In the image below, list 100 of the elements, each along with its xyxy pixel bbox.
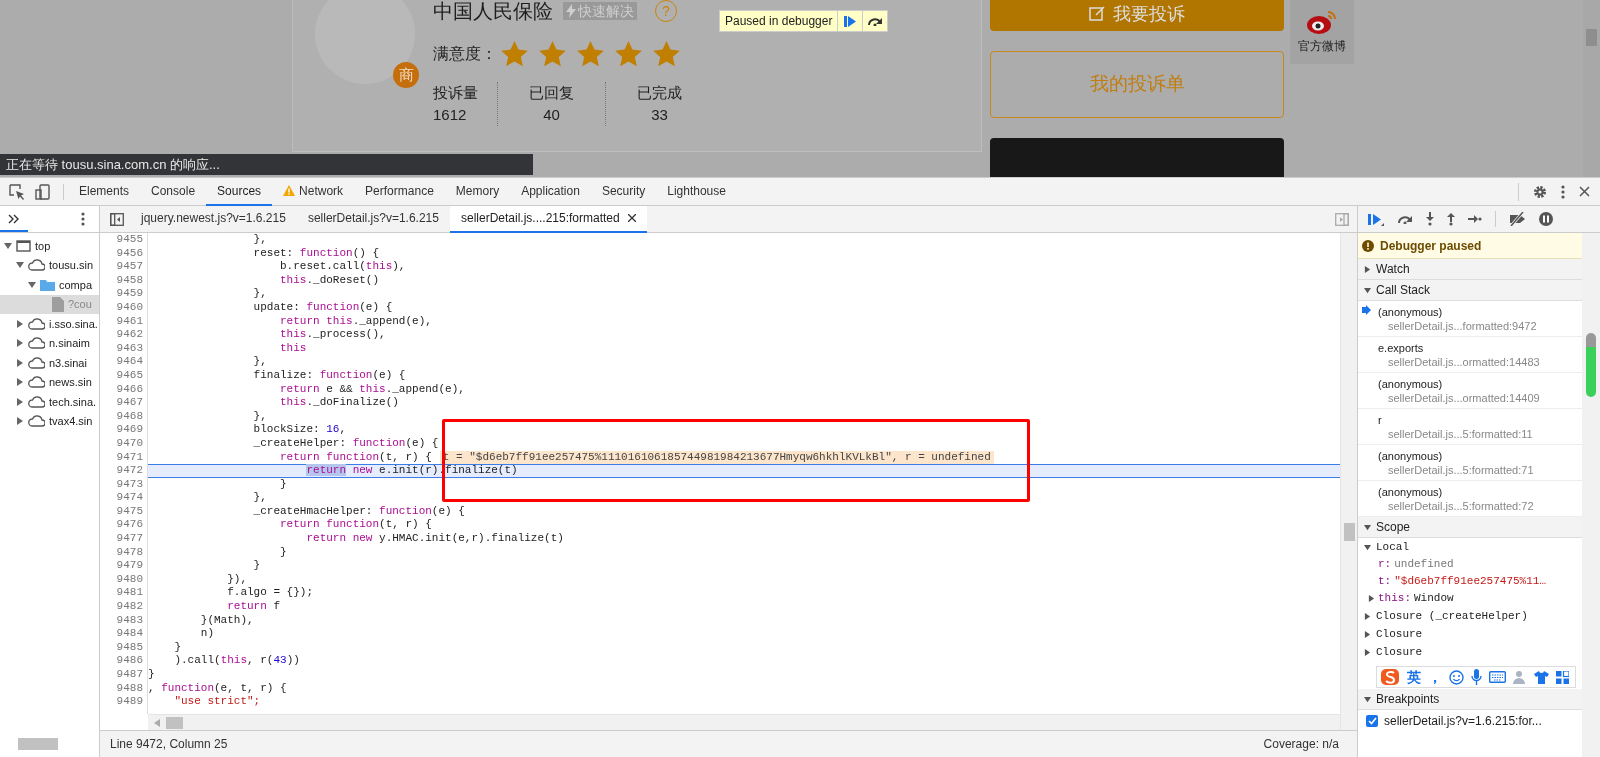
section-header[interactable]: Breakpoints — [1358, 689, 1582, 710]
input-method-logo-icon[interactable] — [1380, 668, 1400, 686]
step-icon[interactable] — [1468, 215, 1482, 223]
line-number: 9464 — [116, 355, 143, 369]
collapsed-arrow-icon[interactable] — [16, 417, 24, 426]
more-options-icon[interactable] — [81, 212, 85, 226]
expanded-arrow-icon — [1364, 523, 1371, 531]
shirt-icon[interactable] — [1534, 670, 1549, 684]
line-number: 9458 — [116, 273, 143, 288]
collapsed-arrow-icon — [1368, 595, 1375, 602]
language-mode-toggle[interactable]: 英 — [1407, 666, 1421, 688]
scope-item[interactable]: Closure — [1358, 643, 1582, 661]
tree-item[interactable]: news.sin — [0, 372, 99, 392]
code-line: }, — [252, 287, 267, 301]
panel-tab[interactable]: Application — [510, 177, 591, 206]
settings-icon[interactable] — [1533, 184, 1547, 199]
step-into-icon[interactable] — [1426, 212, 1434, 226]
cloud-icon — [28, 415, 45, 428]
more-options-icon[interactable] — [1561, 184, 1565, 199]
panel-tab[interactable]: Memory — [444, 177, 511, 206]
panel-tab[interactable]: Security — [590, 177, 657, 206]
keyboard-icon[interactable] — [1489, 671, 1506, 683]
punctuation-toggle[interactable]: ， — [1428, 666, 1442, 688]
collapsed-arrow-icon[interactable] — [16, 319, 24, 328]
scroll-left-icon — [154, 718, 160, 727]
section-header[interactable]: Call Stack — [1358, 280, 1582, 301]
tree-item[interactable]: tvax4.sin — [0, 411, 99, 431]
close-icon[interactable] — [1579, 186, 1590, 197]
panel-tab[interactable]: Elements — [68, 177, 141, 206]
expanded-arrow-icon[interactable] — [28, 280, 36, 289]
tree-item[interactable]: compa — [0, 275, 99, 295]
grid-icon[interactable] — [1556, 670, 1569, 684]
tree-item[interactable]: top — [0, 236, 99, 256]
panel-tab[interactable]: Lighthouse — [656, 177, 737, 206]
code-line: } — [279, 477, 287, 492]
pause-on-exceptions-icon[interactable] — [1539, 212, 1553, 226]
line-number: 9469 — [116, 423, 143, 437]
collapsed-arrow-icon[interactable] — [16, 378, 24, 387]
cloud-icon — [28, 376, 45, 389]
vertical-scrollbar[interactable] — [1340, 233, 1357, 730]
line-number: 9485 — [116, 640, 143, 655]
expanded-arrow-icon[interactable] — [4, 241, 12, 250]
scope-item[interactable]: Closure — [1358, 625, 1582, 643]
line-number: 9465 — [116, 368, 143, 383]
file-tab[interactable]: sellerDetail.js?v=1.6.215 — [296, 205, 450, 233]
tree-item[interactable]: tech.sina. — [0, 392, 99, 412]
microphone-icon[interactable] — [1471, 669, 1482, 685]
scope-item[interactable]: Closure (_createHelper) — [1358, 607, 1582, 625]
line-number: 9476 — [116, 518, 143, 533]
collapsed-arrow-icon[interactable] — [16, 339, 24, 348]
inspect-icon[interactable] — [9, 183, 25, 200]
tree-item[interactable]: tousu.sin — [0, 255, 99, 275]
scope-variable[interactable]: r: undefined — [1358, 556, 1582, 573]
code-line: } — [252, 559, 261, 573]
line-number: 9463 — [116, 341, 143, 356]
line-number: 9487 — [116, 668, 143, 682]
file-tab[interactable]: sellerDetail.js....215:formatted — [449, 205, 647, 233]
sidebar-scrollbar[interactable] — [1582, 233, 1600, 757]
step-out-icon[interactable] — [1447, 212, 1455, 226]
scope-variable[interactable]: t: "$d6eb7ff91ee257475%11… — [1358, 573, 1582, 590]
debugger-paused-banner: Debugger paused — [1358, 233, 1582, 259]
tree-item[interactable]: n3.sinai — [0, 353, 99, 373]
code-line: blockSize: 16, — [252, 423, 347, 437]
step-over-icon[interactable] — [1397, 214, 1413, 224]
panel-tab[interactable]: Network — [272, 177, 355, 206]
tree-item[interactable]: n.sinaim — [0, 333, 99, 353]
file-tab[interactable]: jquery.newest.js?v=1.6.215 — [130, 205, 297, 233]
resume-icon[interactable] — [1368, 212, 1384, 226]
scope-item[interactable]: Local — [1358, 538, 1582, 556]
line-number: 9479 — [116, 559, 143, 573]
star-icon — [501, 41, 528, 67]
emoji-icon[interactable] — [1449, 669, 1464, 685]
close-icon[interactable] — [627, 214, 636, 222]
section-header[interactable]: Watch — [1358, 259, 1582, 280]
deactivate-breakpoints-icon[interactable] — [1509, 212, 1526, 226]
scrollbar-thumb[interactable] — [166, 716, 183, 729]
collapsed-arrow-icon[interactable] — [16, 358, 24, 367]
expanded-arrow-icon[interactable] — [16, 261, 24, 270]
line-number: 9466 — [116, 382, 143, 397]
weibo-link[interactable]: 官方微博 — [1290, 0, 1354, 64]
collapsed-arrow-icon[interactable] — [16, 397, 24, 406]
code-line: this._doFinalize() — [279, 396, 399, 410]
toggle-navigator-icon[interactable] — [110, 212, 124, 226]
folder-icon — [40, 278, 55, 291]
line-number: 9455 — [116, 233, 143, 247]
panel-tab[interactable]: Console — [140, 177, 207, 206]
checkbox[interactable] — [1366, 715, 1378, 727]
tree-item[interactable]: i.sso.sina. — [0, 314, 99, 334]
toggle-sidebar-icon[interactable] — [1335, 212, 1349, 226]
page-scrollbar[interactable] — [1583, 0, 1600, 177]
breakpoint-item[interactable]: sellerDetail.js?v=1.6.215:for... — [1358, 710, 1582, 732]
scope-variable[interactable]: this: Window — [1358, 590, 1582, 607]
panel-tab[interactable]: Performance — [354, 177, 445, 206]
overlay-label: Paused in debugger — [724, 13, 834, 30]
line-number: 9462 — [116, 328, 143, 342]
more-tabs-icon[interactable] — [8, 214, 19, 224]
cloud-icon — [28, 395, 45, 408]
device-toggle-icon[interactable] — [35, 183, 51, 200]
horizontal-scrollbar[interactable] — [148, 714, 1340, 730]
section-header[interactable]: Scope — [1358, 517, 1582, 538]
